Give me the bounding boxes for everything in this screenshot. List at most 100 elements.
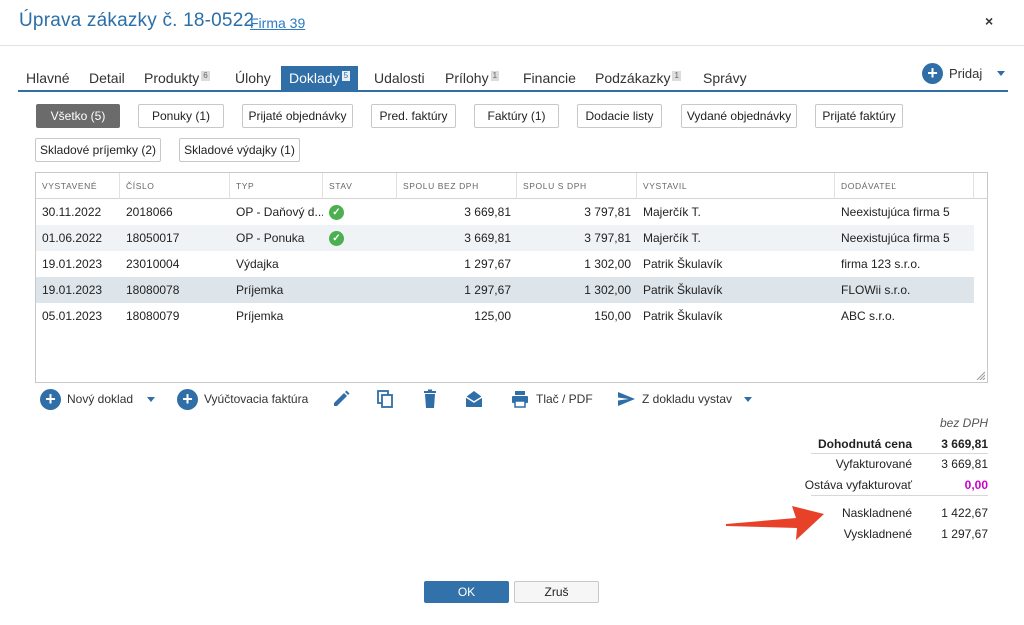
agreed-price-label: Dohodnutá cena bbox=[817, 437, 912, 451]
cell-net: 3 669,81 bbox=[464, 205, 511, 219]
resize-grip-icon[interactable] bbox=[975, 370, 985, 380]
printer-icon bbox=[512, 391, 528, 408]
cell-supplier: firma 123 s.r.o. bbox=[841, 257, 921, 271]
chevron-down-icon bbox=[997, 70, 1006, 76]
column-header[interactable]: SPOLU S DPH bbox=[517, 173, 637, 199]
delete-trash-icon[interactable] bbox=[420, 389, 440, 409]
filter-delivery-notes[interactable]: Dodacie listy bbox=[577, 104, 662, 128]
cancel-button[interactable]: Zruš bbox=[514, 581, 599, 603]
summary-divider bbox=[811, 495, 988, 496]
chevron-down-icon[interactable] bbox=[147, 396, 156, 402]
copy-icon[interactable] bbox=[375, 389, 395, 409]
check-icon: ✓ bbox=[329, 205, 344, 221]
column-header[interactable]: ČÍSLO bbox=[120, 173, 230, 199]
stocked-out-value: 1 297,67 bbox=[941, 527, 988, 541]
cell-issuer: Patrik Škulavík bbox=[643, 283, 723, 297]
column-header[interactable]: STAV bbox=[323, 173, 397, 199]
filter-received-invoices[interactable]: Prijaté faktúry bbox=[815, 104, 903, 128]
tab-financie[interactable]: Financie bbox=[523, 66, 576, 90]
column-header[interactable]: VYSTAVENÉ bbox=[36, 173, 120, 199]
cell-status: ✓ bbox=[323, 199, 397, 225]
cell-supplier: FLOWii s.r.o. bbox=[841, 283, 911, 297]
new-document-button[interactable]: + Nový doklad bbox=[40, 388, 156, 410]
table-row[interactable]: 01.06.2022 18050017 OP - Ponuka ✓ 3 669,… bbox=[36, 225, 974, 251]
filter-proforma[interactable]: Pred. faktúry bbox=[371, 104, 456, 128]
tab-prilohy[interactable]: Prílohy 1 bbox=[445, 66, 500, 90]
cell-issuer: Patrik Škulavík bbox=[643, 309, 723, 323]
email-envelope-icon[interactable] bbox=[464, 389, 484, 409]
cell-status: ✓ bbox=[323, 225, 397, 251]
create-from-document-label: Z dokladu vystav bbox=[642, 392, 733, 406]
table-row[interactable]: 30.11.2022 2018066 OP - Daňový d... ✓ 3 … bbox=[36, 199, 974, 225]
cell-net: 125,00 bbox=[474, 309, 511, 323]
cell-date: 05.01.2023 bbox=[42, 309, 103, 323]
cell-number: 2018066 bbox=[126, 205, 173, 219]
cell-status bbox=[323, 303, 397, 329]
tab-count-badge: 6 bbox=[201, 71, 210, 81]
cell-type: OP - Ponuka bbox=[236, 231, 305, 245]
cell-status bbox=[323, 251, 397, 277]
add-menu-button[interactable]: + Pridaj bbox=[922, 62, 1006, 84]
ok-button[interactable]: OK bbox=[424, 581, 509, 603]
column-header[interactable]: TYP bbox=[230, 173, 323, 199]
cell-issuer: Patrik Škulavík bbox=[643, 257, 723, 271]
tab-count-badge: 5 bbox=[341, 71, 351, 81]
cell-supplier: Neexistujúca firma 5 bbox=[841, 205, 950, 219]
cell-status bbox=[323, 277, 397, 303]
cell-number: 23010004 bbox=[126, 257, 180, 271]
cell-supplier: ABC s.r.o. bbox=[841, 309, 896, 323]
tab-udalosti[interactable]: Udalosti bbox=[374, 66, 425, 90]
filter-stock-issues[interactable]: Skladové výdajky (1) bbox=[179, 138, 300, 162]
cell-gross: 3 797,81 bbox=[584, 205, 631, 219]
chevron-down-icon[interactable] bbox=[744, 396, 753, 402]
column-header[interactable]: SPOLU BEZ DPH bbox=[397, 173, 517, 199]
column-header[interactable]: VYSTAVIL bbox=[637, 173, 835, 199]
billing-invoice-button[interactable]: + Vyúčtovacia faktúra bbox=[177, 388, 308, 410]
cell-type: Príjemka bbox=[236, 283, 284, 297]
table-row[interactable]: 05.01.2023 18080079 Príjemka 125,00 150,… bbox=[36, 303, 974, 329]
cell-supplier: Neexistujúca firma 5 bbox=[841, 231, 950, 245]
tab-produkty[interactable]: Produkty 6 bbox=[144, 66, 210, 90]
print-pdf-button[interactable]: Tlač / PDF bbox=[510, 388, 593, 410]
edit-pencil-icon[interactable] bbox=[331, 389, 351, 409]
filter-received-orders[interactable]: Prijaté objednávky bbox=[242, 104, 353, 128]
filter-stock-receipts[interactable]: Skladové príjemky (2) bbox=[35, 138, 161, 162]
remaining-value: 0,00 bbox=[964, 478, 988, 492]
agreed-price-value: 3 669,81 bbox=[941, 437, 988, 451]
tab-ulohy[interactable]: Úlohy bbox=[235, 66, 271, 90]
close-icon[interactable]: × bbox=[985, 13, 993, 29]
print-pdf-label: Tlač / PDF bbox=[536, 392, 593, 406]
cell-issuer: Majerčík T. bbox=[643, 205, 701, 219]
billing-invoice-label: Vyúčtovacia faktúra bbox=[204, 392, 309, 406]
filter-issued-orders[interactable]: Vydané objednávky bbox=[681, 104, 797, 128]
table-row[interactable]: 19.01.2023 23010004 Výdajka 1 297,67 1 3… bbox=[36, 251, 974, 277]
cell-net: 1 297,67 bbox=[464, 257, 511, 271]
tab-detail[interactable]: Detail bbox=[89, 66, 125, 90]
tab-podzakazky[interactable]: Podzákazky 1 bbox=[595, 66, 681, 90]
table-row[interactable]: 19.01.2023 18080078 Príjemka 1 297,67 1 … bbox=[36, 277, 974, 303]
cell-gross: 1 302,00 bbox=[584, 257, 631, 271]
filter-offers[interactable]: Ponuky (1) bbox=[138, 104, 224, 128]
dialog-title: Úprava zákazky č. 18-0522 bbox=[19, 10, 255, 31]
invoiced-value: 3 669,81 bbox=[941, 457, 988, 471]
table-header: VYSTAVENÉ ČÍSLO TYP STAV SPOLU BEZ DPH S… bbox=[36, 173, 987, 199]
client-link[interactable]: Firma 39 bbox=[250, 15, 305, 31]
tab-doklady[interactable]: Doklady 5 bbox=[281, 66, 359, 90]
cell-type: OP - Daňový d... bbox=[236, 205, 323, 219]
tab-hlavne[interactable]: Hlavné bbox=[26, 66, 70, 90]
cell-gross: 3 797,81 bbox=[584, 231, 631, 245]
create-from-document-button[interactable]: Z dokladu vystav bbox=[616, 388, 753, 410]
check-icon: ✓ bbox=[329, 231, 344, 247]
cell-gross: 150,00 bbox=[594, 309, 631, 323]
filter-invoices[interactable]: Faktúry (1) bbox=[474, 104, 559, 128]
cell-type: Príjemka bbox=[236, 309, 284, 323]
documents-table: VYSTAVENÉ ČÍSLO TYP STAV SPOLU BEZ DPH S… bbox=[35, 172, 988, 383]
summary-note: bez DPH bbox=[939, 416, 988, 430]
column-header[interactable]: DODÁVATEĽ bbox=[835, 173, 974, 199]
cell-number: 18080078 bbox=[126, 283, 180, 297]
tab-spravy[interactable]: Správy bbox=[703, 66, 747, 90]
tab-bar: Hlavné Detail Produkty 6 Úlohy Doklady 5 U… bbox=[18, 66, 1008, 92]
cell-issuer: Majerčík T. bbox=[643, 231, 701, 245]
filter-all[interactable]: Všetko (5) bbox=[36, 104, 120, 128]
tab-count-badge: 1 bbox=[490, 71, 500, 81]
